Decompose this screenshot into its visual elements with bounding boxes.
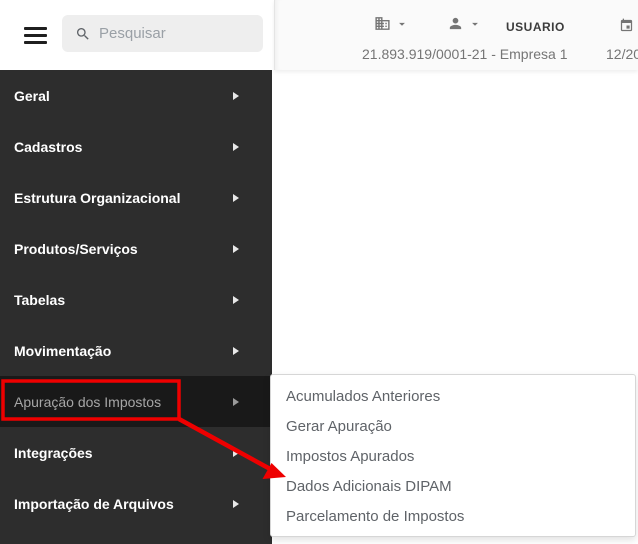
sidebar-item-label: Integrações bbox=[14, 445, 93, 461]
user-dropdown-caret-icon[interactable] bbox=[468, 17, 482, 31]
hamburger-bar bbox=[24, 34, 47, 37]
hamburger-bar bbox=[24, 27, 47, 30]
sidebar-item-label: Importação de Arquivos bbox=[14, 496, 174, 512]
search-input[interactable] bbox=[99, 25, 249, 42]
user-name-label: USUARIO bbox=[506, 20, 576, 34]
sidebar-item-label: Movimentação bbox=[14, 343, 111, 359]
sidebar-item-tabelas[interactable]: Tabelas bbox=[0, 274, 272, 325]
chevron-right-icon bbox=[233, 194, 239, 202]
submenu-popup: Acumulados Anteriores Gerar Apuração Imp… bbox=[270, 374, 636, 537]
sidebar-item-label: Estrutura Organizacional bbox=[14, 190, 180, 206]
top-header: USUARIO 21.893.919/0001-21 - Empresa 1 1… bbox=[0, 0, 638, 70]
sidebar-item-estrutura-organizacional[interactable]: Estrutura Organizacional bbox=[0, 172, 272, 223]
sidebar-item-label: Geral bbox=[14, 88, 50, 104]
sidebar-item-produtos-servicos[interactable]: Produtos/Serviços bbox=[0, 223, 272, 274]
sidebar-item-label: Cadastros bbox=[14, 139, 82, 155]
app-window: USUARIO 21.893.919/0001-21 - Empresa 1 1… bbox=[0, 0, 638, 544]
chevron-right-icon bbox=[233, 500, 239, 508]
chevron-right-icon bbox=[233, 296, 239, 304]
chevron-right-icon bbox=[233, 92, 239, 100]
sidebar-item-label: Produtos/Serviços bbox=[14, 241, 138, 257]
sidebar-item-cadastros[interactable]: Cadastros bbox=[0, 121, 272, 172]
calendar-icon[interactable] bbox=[619, 18, 634, 33]
chevron-right-icon bbox=[233, 449, 239, 457]
company-selector-value[interactable]: 21.893.919/0001-21 - Empresa 1 bbox=[362, 46, 572, 62]
chevron-right-icon bbox=[233, 245, 239, 253]
submenu-item-gerar-apuracao[interactable]: Gerar Apuração bbox=[271, 411, 635, 441]
search-box[interactable] bbox=[62, 15, 263, 52]
company-icon[interactable] bbox=[374, 15, 391, 32]
sidebar-item-label: Apuração dos Impostos bbox=[14, 394, 161, 410]
user-icon[interactable] bbox=[447, 15, 464, 32]
search-icon bbox=[75, 26, 91, 42]
hamburger-menu-icon[interactable] bbox=[24, 27, 47, 44]
chevron-right-icon bbox=[233, 398, 239, 406]
company-dropdown-caret-icon[interactable] bbox=[395, 17, 409, 31]
chevron-right-icon bbox=[233, 347, 239, 355]
sidebar-item-movimentacao[interactable]: Movimentação bbox=[0, 325, 272, 376]
sidebar-item-geral[interactable]: Geral bbox=[0, 70, 272, 121]
sidebar-menu: Geral Cadastros Estrutura Organizacional… bbox=[0, 70, 272, 544]
chevron-right-icon bbox=[233, 143, 239, 151]
sidebar-item-importacao-de-arquivos[interactable]: Importação de Arquivos bbox=[0, 478, 272, 529]
hamburger-bar bbox=[24, 41, 47, 44]
period-selector-value[interactable]: 12/20 bbox=[606, 46, 638, 62]
sidebar-item-integracoes[interactable]: Integrações bbox=[0, 427, 272, 478]
submenu-item-acumulados-anteriores[interactable]: Acumulados Anteriores bbox=[271, 381, 635, 411]
submenu-item-dados-adicionais-dipam[interactable]: Dados Adicionais DIPAM bbox=[271, 471, 635, 501]
submenu-item-parcelamento-de-impostos[interactable]: Parcelamento de Impostos bbox=[271, 501, 635, 531]
sidebar-item-apuracao-dos-impostos[interactable]: Apuração dos Impostos bbox=[0, 376, 272, 427]
sidebar-item-label: Tabelas bbox=[14, 292, 65, 308]
submenu-item-impostos-apurados[interactable]: Impostos Apurados bbox=[271, 441, 635, 471]
